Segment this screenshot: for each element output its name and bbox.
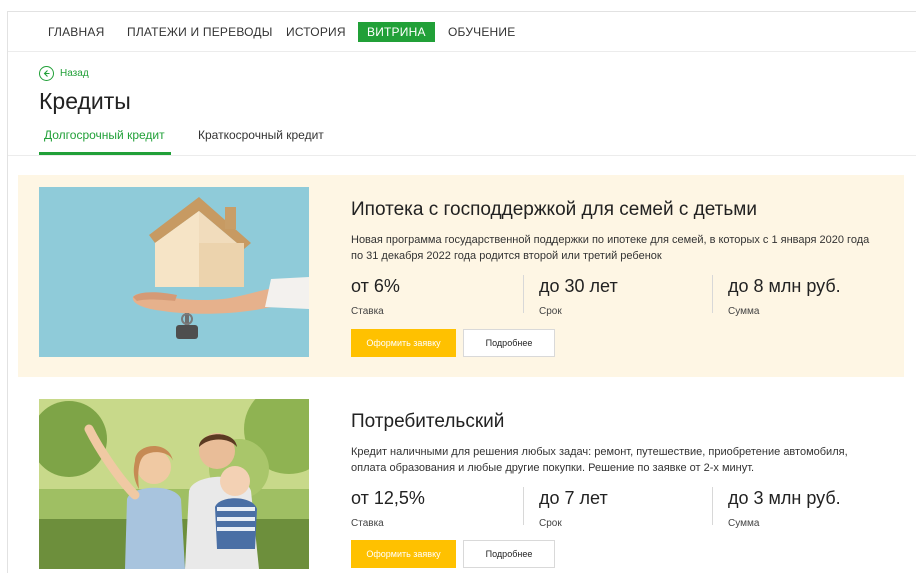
stat-value: до 7 лет [539,488,608,508]
top-nav: ГЛАВНАЯ ПЛАТЕЖИ И ПЕРЕВОДЫ ИСТОРИЯ ВИТРИ… [8,12,916,52]
nav-item-home[interactable]: ГЛАВНАЯ [48,22,104,42]
card-description: Новая программа государственной поддержк… [351,234,870,262]
nav-item-payments[interactable]: ПЛАТЕЖИ И ПЕРЕВОДЫ [127,22,273,42]
back-link[interactable]: Назад [39,65,89,81]
stat-amount: до 3 млн руб. Сумма [728,488,841,529]
nav-item-showcase[interactable]: ВИТРИНА [358,22,435,42]
credit-card-mortgage: Ипотека с господдержкой для семей с деть… [18,175,904,377]
apply-button[interactable]: Оформить заявку [351,540,456,568]
stat-label: Срок [539,518,562,529]
app-frame: ГЛАВНАЯ ПЛАТЕЖИ И ПЕРЕВОДЫ ИСТОРИЯ ВИТРИ… [7,11,916,573]
stat-label: Ставка [351,518,384,529]
stat-label: Срок [539,306,562,317]
page-title: Кредиты [39,88,131,114]
active-tab-indicator [39,152,171,155]
stat-amount: до 8 млн руб. Сумма [728,276,841,317]
details-button[interactable]: Подробнее [463,540,555,568]
tab-long-term[interactable]: Долгосрочный кредит [44,128,165,142]
stat-value: до 3 млн руб. [728,488,841,508]
details-button[interactable]: Подробнее [463,329,555,357]
tab-short-term[interactable]: Краткосрочный кредит [198,128,324,142]
stat-value: до 8 млн руб. [728,276,841,296]
credit-card-consumer: Потребительский Кредит наличными для реш… [18,387,904,573]
nav-item-history[interactable]: ИСТОРИЯ [286,22,346,42]
stat-value: от 12,5% [351,488,425,508]
apply-button[interactable]: Оформить заявку [351,329,456,357]
stat-value: до 30 лет [539,276,618,296]
family-photo [39,399,309,569]
credit-tabs: Долгосрочный кредит Краткосрочный кредит [8,120,916,156]
stat-label: Сумма [728,306,760,317]
card-description: Кредит наличными для решения любых задач… [351,446,848,474]
stat-divider [712,275,713,313]
stat-divider [712,487,713,525]
stat-label: Сумма [728,518,760,529]
stat-value: от 6% [351,276,400,296]
card-title: Ипотека с господдержкой для семей с деть… [351,199,757,220]
card-title: Потребительский [351,411,505,432]
back-label: Назад [60,67,89,79]
stat-rate: от 12,5% Ставка [351,488,425,529]
nav-item-learning[interactable]: ОБУЧЕНИЕ [448,22,515,42]
stat-rate: от 6% Ставка [351,276,400,317]
stat-term: до 30 лет Срок [539,276,618,317]
arrow-left-icon [39,65,54,81]
house-in-hand-photo [39,187,309,357]
stat-label: Ставка [351,306,384,317]
stat-divider [523,487,524,525]
stat-divider [523,275,524,313]
stat-term: до 7 лет Срок [539,488,608,529]
